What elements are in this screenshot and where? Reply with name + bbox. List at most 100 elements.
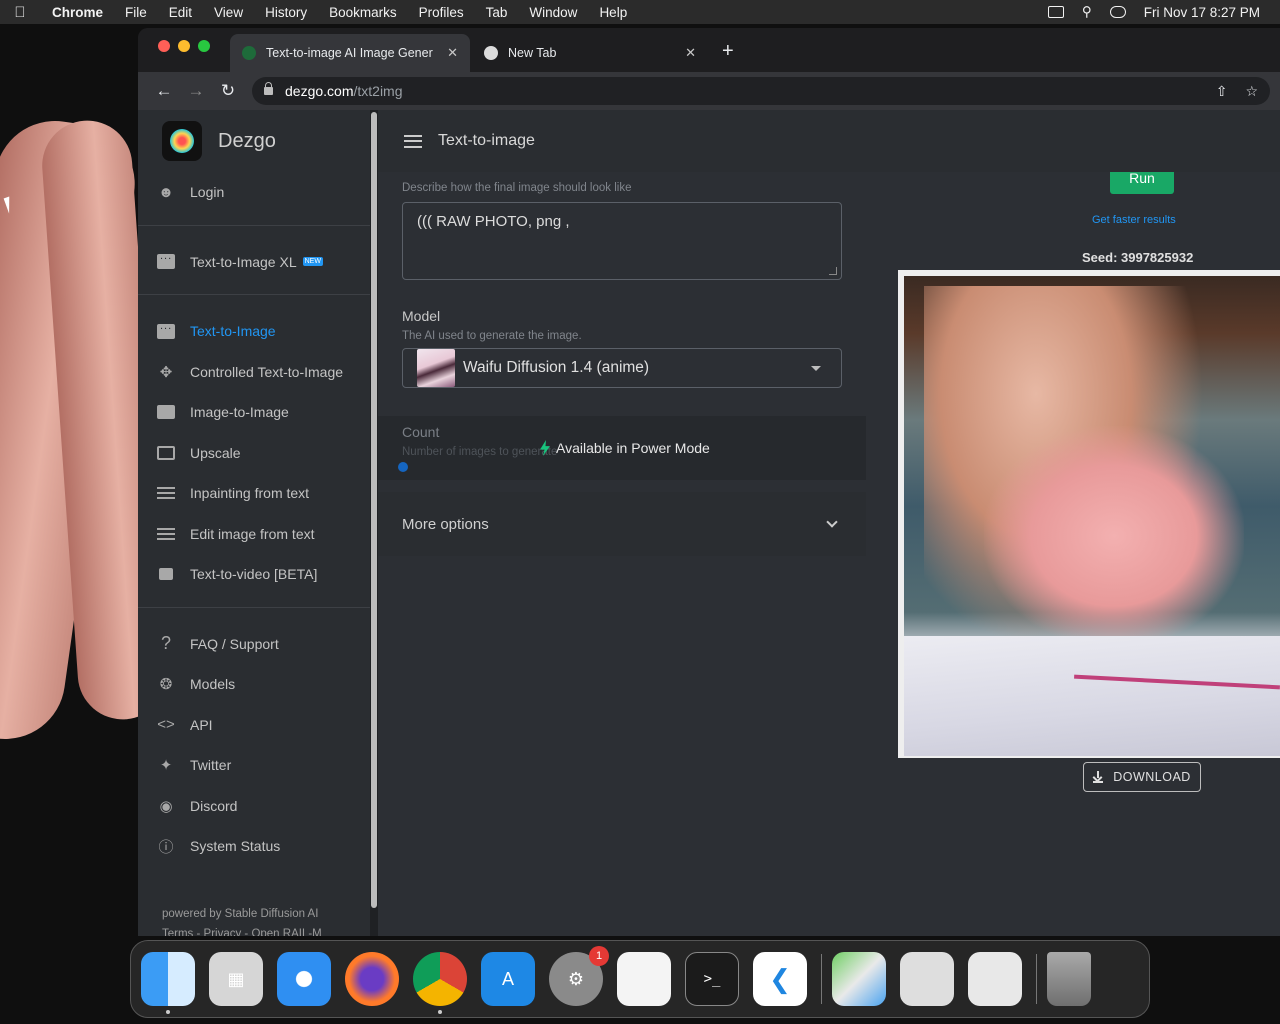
more-options-label: More options (402, 515, 489, 533)
spotlight-search-icon[interactable]: ⚲ (1082, 4, 1092, 20)
launchpad-icon[interactable]: ▦ (209, 952, 263, 1006)
chrome-icon[interactable] (413, 952, 467, 1014)
power-mode-text: Available in Power Mode (556, 440, 710, 456)
sidebar-item-controlled-text-to-image[interactable]: ✥ Controlled Text-to-Image (138, 352, 370, 393)
model-select[interactable]: Waifu Diffusion 1.4 (anime) (402, 348, 842, 388)
legal-links[interactable]: Terms - Privacy - Open RAIL-M (162, 924, 322, 936)
tab-dezgo[interactable]: Text-to-image AI Image Gener ✕ (230, 34, 470, 72)
tab-title: New Tab (508, 46, 557, 60)
get-faster-results-link[interactable]: Get faster results (1092, 214, 1176, 226)
apple-icon[interactable]:  (0, 4, 40, 21)
lock-icon[interactable] (264, 82, 273, 95)
share-icon[interactable]: ⇧ (1216, 83, 1228, 100)
sidebar-item-models[interactable]: ❂ Models (138, 664, 370, 705)
sidebar-scrollbar[interactable] (370, 110, 378, 936)
terminal-icon[interactable]: >_ (685, 952, 739, 1006)
bookmark-star-icon[interactable]: ☆ (1245, 83, 1258, 100)
disk-utility-icon[interactable] (900, 952, 954, 1006)
sidebar-item-label: Models (190, 676, 236, 693)
sidebar-item-upscale[interactable]: Upscale (138, 433, 370, 474)
download-icon (1093, 771, 1104, 783)
back-arrow-icon[interactable]: ← (148, 81, 180, 101)
menu-profiles[interactable]: Profiles (408, 5, 475, 20)
tab-new-tab[interactable]: New Tab ✕ (472, 34, 708, 72)
close-tab-icon[interactable]: ✕ (447, 45, 458, 61)
reload-icon[interactable]: ↻ (212, 81, 244, 101)
scrollbar-thumb[interactable] (371, 112, 377, 908)
menu-view[interactable]: View (203, 5, 254, 20)
sidebar-item-label: Edit image from text (190, 525, 315, 542)
sidebar-item-faq[interactable]: ? FAQ / Support (138, 624, 370, 665)
menu-tab[interactable]: Tab (475, 5, 519, 20)
sidebar-item-discord[interactable]: ◉ Discord (138, 786, 370, 827)
prompt-textarea[interactable]: ((( RAW PHOTO, png , (402, 202, 842, 280)
sidebar: Dezgo ☻ Login Text-to-Image XL NEW Text-… (138, 110, 370, 936)
prompt-hint: Describe how the final image should look… (402, 182, 632, 194)
minimize-window-button[interactable] (178, 40, 190, 52)
menu-app-name[interactable]: Chrome (40, 5, 114, 20)
forward-arrow-icon[interactable]: → (180, 81, 212, 101)
sidebar-item-inpainting[interactable]: Inpainting from text (138, 473, 370, 514)
sidebar-item-label: Image-to-Image (190, 404, 289, 421)
power-mode-notice[interactable]: Available in Power Mode (540, 440, 710, 456)
firefox-icon[interactable] (345, 952, 399, 1006)
menu-edit[interactable]: Edit (158, 5, 203, 20)
sidebar-item-api[interactable]: <> API (138, 705, 370, 746)
sidebar-item-text-to-image-xl[interactable]: Text-to-Image XL NEW (138, 242, 370, 283)
safari-icon[interactable] (277, 952, 331, 1006)
sidebar-item-text-to-image[interactable]: Text-to-Image (138, 311, 370, 352)
system-settings-icon[interactable]: ⚙ 1 (549, 946, 609, 1006)
sidebar-item-login[interactable]: ☻ Login (138, 172, 370, 213)
download-button[interactable]: DOWNLOAD (1083, 762, 1201, 792)
generated-image[interactable] (898, 270, 1280, 758)
menu-window[interactable]: Window (518, 5, 588, 20)
textedit-icon[interactable] (617, 952, 671, 1006)
sidebar-item-edit-image[interactable]: Edit image from text (138, 514, 370, 555)
dropdown-caret-icon (811, 365, 821, 371)
sidebar-item-label: Login (190, 184, 225, 201)
sidebar-item-label: Controlled Text-to-Image (190, 363, 344, 380)
control-move-icon: ✥ (159, 363, 173, 381)
more-options-accordion[interactable]: More options (378, 492, 866, 556)
browser-toolbar: ← → ↻ dezgo.com/txt2img ⇧ ☆ (138, 72, 1280, 110)
app-bar: Text-to-image (378, 110, 1280, 172)
app-store-icon[interactable]: A (481, 952, 535, 1006)
chevron-down-icon (826, 516, 838, 528)
sidebar-item-label: System Status (190, 838, 281, 855)
trash-icon[interactable] (1047, 952, 1091, 1006)
close-tab-icon[interactable]: ✕ (685, 45, 696, 61)
dezgo-logo-icon (162, 121, 202, 161)
zoom-window-button[interactable] (198, 40, 210, 52)
vscode-icon[interactable]: ❮ (753, 952, 807, 1006)
run-button[interactable]: Run (1110, 172, 1174, 194)
menu-history[interactable]: History (254, 5, 318, 20)
dezgo-favicon-icon (242, 46, 256, 60)
control-center-icon[interactable] (1109, 6, 1126, 18)
brand[interactable]: Dezgo (138, 110, 370, 172)
new-tab-plus-icon[interactable]: + (722, 40, 734, 63)
menu-bookmarks[interactable]: Bookmarks (318, 5, 408, 20)
model-thumbnail (417, 349, 455, 387)
count-slider-handle (398, 462, 408, 472)
disk-diag-icon[interactable] (968, 952, 1022, 1006)
count-label: Count (402, 424, 440, 440)
new-badge: NEW (302, 257, 323, 267)
menu-help[interactable]: Help (588, 5, 638, 20)
screen-mirror-icon[interactable] (1047, 6, 1064, 18)
menubar-clock[interactable]: Fri Nov 17 8:27 PM (1144, 5, 1260, 20)
sidebar-item-label: Discord (190, 797, 238, 814)
sidebar-item-twitter[interactable]: ✦ Twitter (138, 745, 370, 786)
page-title: Text-to-image (438, 132, 535, 149)
sidebar-item-image-to-image[interactable]: Image-to-Image (138, 392, 370, 433)
menubar:  Chrome File Edit View History Bookmark… (0, 0, 1280, 24)
powered-by-text: powered by Stable Diffusion AI (162, 908, 319, 920)
close-window-button[interactable] (158, 40, 170, 52)
sidebar-item-system-status[interactable]: ⓘ System Status (138, 826, 370, 867)
address-bar[interactable]: dezgo.com/txt2img ⇧ ☆ (252, 77, 1270, 105)
menu-file[interactable]: File (114, 5, 158, 20)
maps-icon[interactable] (832, 952, 886, 1006)
finder-icon[interactable] (141, 952, 195, 1014)
resize-grip-icon[interactable] (829, 267, 837, 275)
sidebar-item-text-to-video[interactable]: Text-to-video [BETA] (138, 554, 370, 595)
hamburger-menu-icon[interactable] (404, 134, 422, 148)
